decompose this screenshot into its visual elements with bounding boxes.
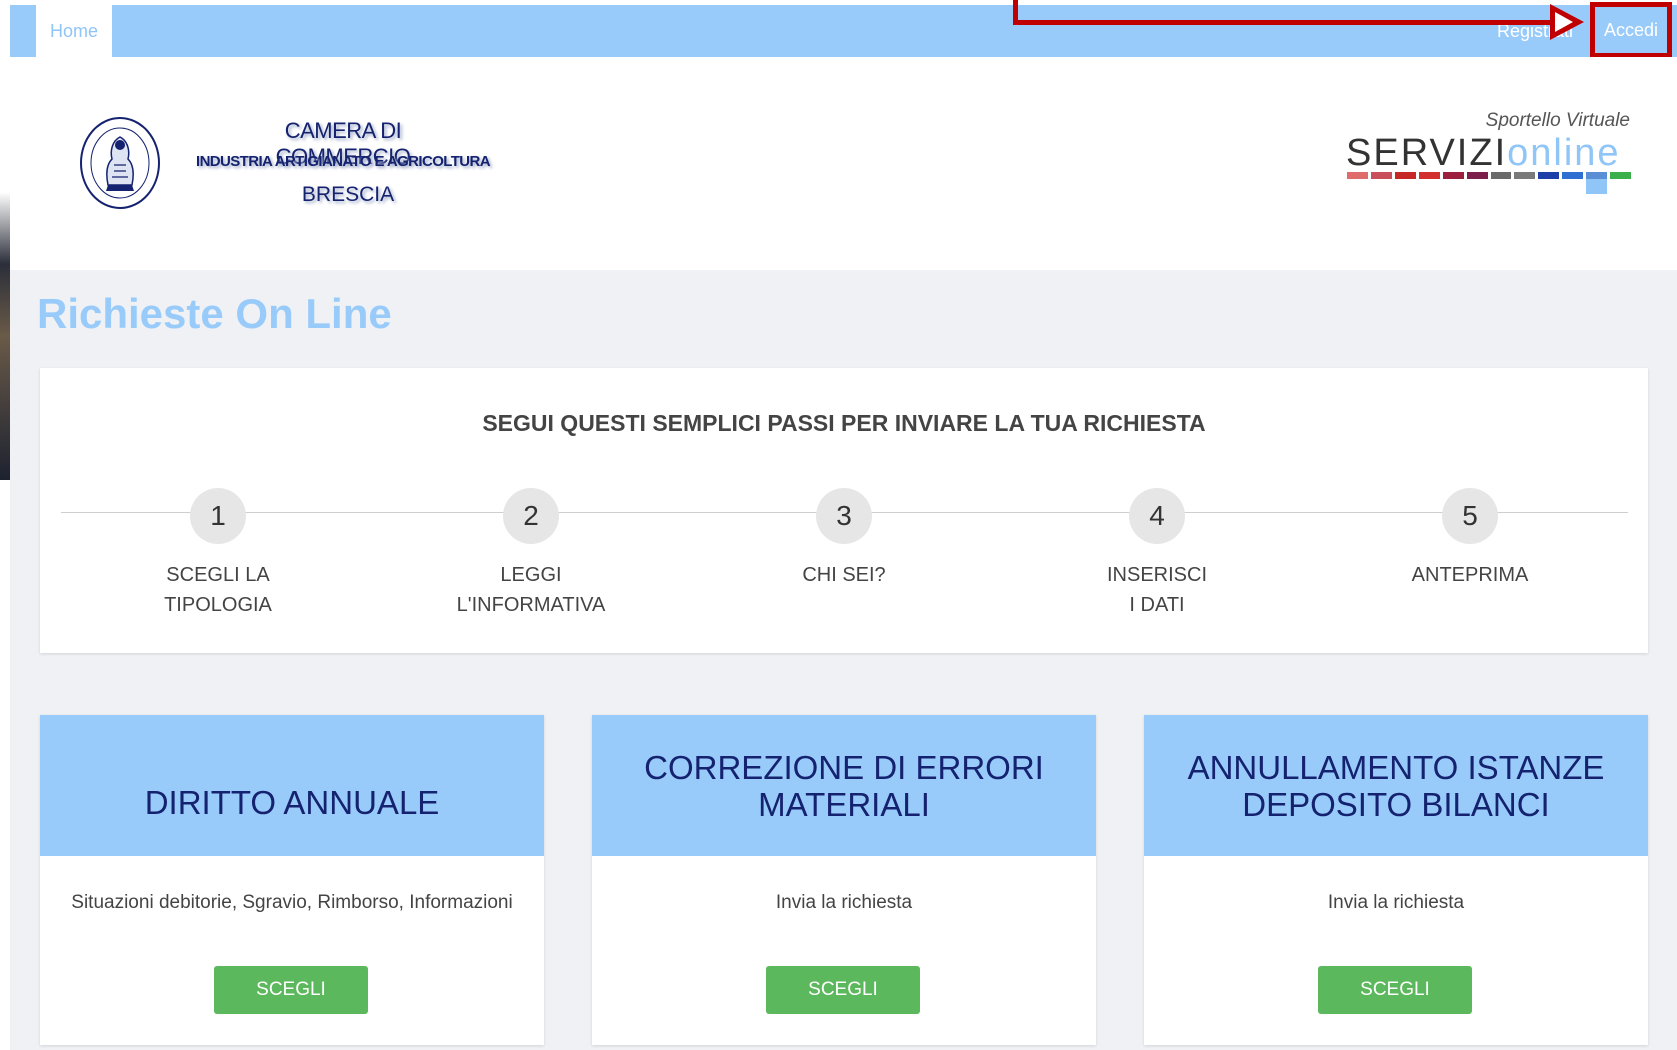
chamber-seal-logo (80, 117, 160, 209)
portal-logo-bar (1610, 172, 1632, 179)
annotation-arrow-head-inner (1555, 12, 1573, 32)
steps-heading: SEGUI QUESTI SEMPLICI PASSI PER INVIARE … (482, 410, 1206, 436)
step-label-line2: L'INFORMATIVA (456, 594, 606, 616)
step-number: 1 (190, 488, 246, 544)
portal-logo[interactable]: SERVIZIonline (1346, 132, 1636, 175)
step-label: ANTEPRIMA (1411, 564, 1529, 586)
portal-logo-online: online (1507, 132, 1621, 174)
request-card-diritto-annuale: DIRITTO ANNUALE Situazioni debitorie, Sg… (40, 715, 544, 1045)
step-label-line2: I DATI (1129, 594, 1185, 616)
nav-home-tab[interactable]: Home (36, 5, 112, 57)
step-number: 3 (816, 488, 872, 544)
step-number: 5 (1442, 488, 1498, 544)
portal-logo-bar (1466, 172, 1488, 179)
step-4: 4 INSERISCI I DATI (1027, 488, 1287, 620)
portal-logo-color-bars (1347, 172, 1632, 179)
portal-logo-bar (1562, 172, 1584, 179)
portal-logo-servizi: SERVIZI (1346, 132, 1508, 174)
step-2: 2 LEGGI L'INFORMATIVA (401, 488, 661, 620)
card-description: Situazioni debitorie, Sgravio, Rimborso,… (71, 892, 513, 913)
annotation-arrow-line (1013, 20, 1568, 25)
card-description: Invia la richiesta (1327, 892, 1465, 913)
choose-button[interactable]: SCEGLI (1318, 966, 1472, 1014)
step-label: INSERISCI (1106, 564, 1208, 586)
background-photo-strip (0, 0, 10, 480)
card-title-line1: DIRITTO ANNUALE (144, 783, 440, 821)
card-title: ANNULLAMENTO ISTANZE DEPOSITO BILANCI (1144, 715, 1648, 856)
choose-button[interactable]: SCEGLI (766, 966, 920, 1014)
card-title-line2: MATERIALI (758, 785, 930, 823)
portal-logo-bar (1514, 172, 1536, 179)
left-margin (0, 480, 10, 1050)
step-1: 1 SCEGLI LA TIPOLOGIA (88, 488, 348, 620)
card-title-line2: DEPOSITO BILANCI (1242, 785, 1550, 823)
portal-tagline: Sportello Virtuale (1485, 110, 1630, 131)
portal-logo-bar (1538, 172, 1560, 179)
card-title-line1: ANNULLAMENTO ISTANZE (1187, 748, 1605, 786)
step-number: 4 (1129, 488, 1185, 544)
portal-logo-bar (1442, 172, 1464, 179)
card-title-line1: CORREZIONE DI ERRORI (644, 748, 1044, 786)
step-label: SCEGLI LA (166, 564, 270, 586)
request-card-correzione-errori: CORREZIONE DI ERRORI MATERIALI Invia la r… (592, 715, 1096, 1045)
portal-logo-bar (1418, 172, 1440, 179)
page-title: Richieste On Line (37, 290, 392, 337)
step-label: CHI SEI? (802, 564, 886, 586)
step-3: 3 CHI SEI? (714, 488, 974, 590)
portal-logo-bar (1586, 172, 1608, 179)
step-5: 5 ANTEPRIMA (1340, 488, 1600, 590)
card-title: DIRITTO ANNUALE (40, 715, 544, 856)
card-description: Invia la richiesta (775, 892, 913, 913)
portal-logo-square (1586, 179, 1607, 194)
request-card-annullamento-istanze: ANNULLAMENTO ISTANZE DEPOSITO BILANCI Inv… (1144, 715, 1648, 1045)
step-label-line2: TIPOLOGIA (164, 594, 272, 616)
chamber-subtitle: INDUSTRIA ARTIGIANATO E AGRICOLTURA (196, 153, 491, 170)
step-label: LEGGI (500, 564, 562, 586)
choose-button[interactable]: SCEGLI (214, 966, 368, 1014)
portal-logo-bar (1347, 172, 1368, 179)
portal-logo-bar (1394, 172, 1416, 179)
chamber-city: BRESCIA (301, 183, 395, 206)
top-nav-bar (10, 5, 1677, 57)
portal-logo-bar (1490, 172, 1512, 179)
step-number: 2 (503, 488, 559, 544)
card-title: CORREZIONE DI ERRORI MATERIALI (592, 715, 1096, 856)
nav-login-link[interactable]: Accedi (1590, 2, 1672, 58)
portal-logo-bar (1370, 172, 1392, 179)
